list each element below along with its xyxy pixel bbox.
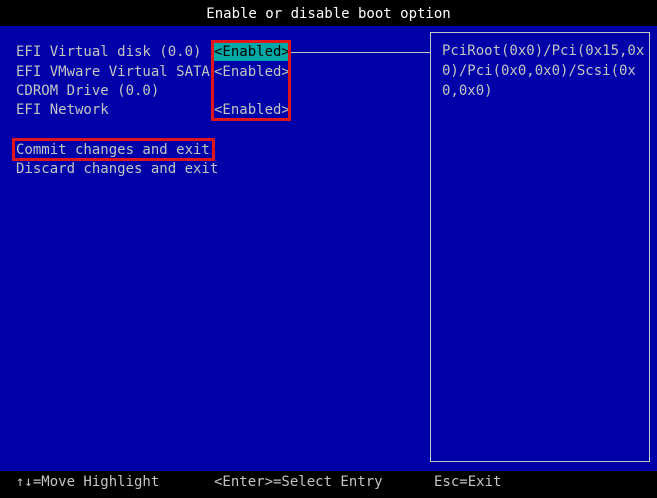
footer-exit-hint: Esc=Exit bbox=[434, 474, 502, 490]
boot-option-efi-virtual-disk[interactable]: EFI Virtual disk (0.0) bbox=[16, 43, 201, 61]
annotation-box-values bbox=[211, 40, 291, 121]
help-device-path: PciRoot(0x0)/Pci(0x15,0x0)/Pci(0x0,0x0)/… bbox=[442, 43, 645, 99]
footer-move-hint: ↑↓=Move Highlight bbox=[16, 474, 160, 490]
boot-options-screen: Enable or disable boot option EFI Virtua… bbox=[0, 0, 657, 498]
boot-option-efi-network[interactable]: EFI Network bbox=[16, 101, 109, 119]
footer-select-hint: <Enter>=Select Entry bbox=[214, 474, 383, 490]
help-panel: PciRoot(0x0)/Pci(0x15,0x0)/Pci(0x0,0x0)/… bbox=[430, 32, 650, 462]
annotation-box-commit bbox=[12, 138, 215, 161]
boot-option-cdrom-drive[interactable]: CDROM Drive (0.0) bbox=[16, 82, 159, 100]
footer-bar: ↑↓=Move Highlight <Enter>=Select Entry E… bbox=[0, 471, 657, 498]
screen-title: Enable or disable boot option bbox=[0, 0, 657, 26]
help-connector-line bbox=[290, 52, 430, 53]
boot-option-efi-vmware-sata[interactable]: EFI VMware Virtual SATA bbox=[16, 63, 210, 81]
discard-changes-and-exit[interactable]: Discard changes and exit bbox=[16, 160, 218, 178]
